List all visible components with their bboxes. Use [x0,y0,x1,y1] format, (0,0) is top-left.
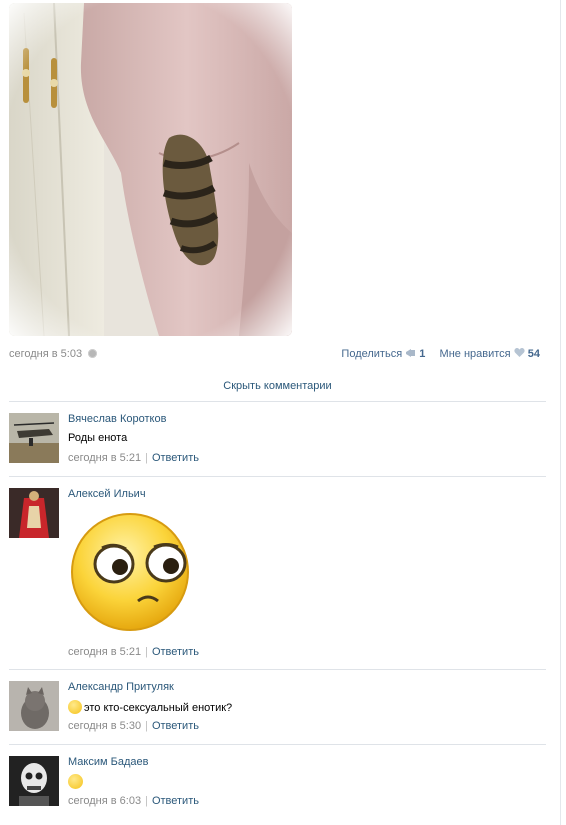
comment-author[interactable]: Вячеслав Коротков [68,413,166,425]
comment-text-row [68,774,85,789]
avatar[interactable] [9,488,59,538]
comment-author[interactable]: Александр Притуляк [68,681,174,693]
smiley-icon [68,774,83,789]
comment-author[interactable]: Алексей Ильич [68,488,146,500]
like-count: 54 [527,348,540,360]
hide-comments-link[interactable]: Скрыть комментарии [9,380,546,392]
comment-item: Максим Бадаев сегодня в 6:03 | Ответить [9,744,546,823]
comment-text: Роды енота [68,432,128,444]
comment-time[interactable]: сегодня в 6:03 [68,795,141,807]
smiley-icon [68,700,82,714]
reply-button[interactable]: Ответить [152,795,199,807]
reply-button[interactable]: Ответить [152,452,199,464]
comment-time[interactable]: сегодня в 5:21 [68,452,141,464]
post-timestamp[interactable]: сегодня в 5:03 [9,348,82,360]
confused-smiley-sticker [68,509,193,637]
megaphone-icon [406,349,416,357]
reply-button[interactable]: Ответить [152,720,199,732]
comment-text: это кто-сексуальный енотик? [84,702,233,714]
comment-meta: сегодня в 5:30 | Ответить [68,720,199,732]
comment-meta: сегодня в 6:03 | Ответить [68,795,199,807]
share-count: 1 [419,348,426,360]
reply-button[interactable]: Ответить [152,646,199,658]
comment-item: Вячеслав Коротков Роды енота сегодня в 5… [9,401,546,476]
post-photo[interactable] [9,3,292,336]
like-label[interactable]: Мне нравится [440,348,511,360]
post-actions: Поделиться 1 Мне нравится 54 [341,348,540,360]
avatar[interactable] [9,756,59,806]
comment-time[interactable]: сегодня в 5:21 [68,646,141,658]
share-button[interactable]: Поделиться 1 [341,348,428,360]
post-time-link[interactable]: сегодня в 5:03 [9,348,98,360]
gear-icon[interactable] [88,349,98,358]
comment-meta: сегодня в 5:21 | Ответить [68,646,199,658]
avatar[interactable] [9,681,59,731]
avatar[interactable] [9,413,59,463]
comment-time[interactable]: сегодня в 5:30 [68,720,141,732]
heart-icon [514,348,525,357]
like-button[interactable]: Мне нравится 54 [440,348,540,360]
comment-meta: сегодня в 5:21 | Ответить [68,452,199,464]
photo-image [9,3,292,336]
share-label[interactable]: Поделиться [341,348,402,360]
post-meta: сегодня в 5:03 Поделиться 1 Мне нравится… [9,348,540,362]
comment-item: Александр Притуляк это кто-сексуальный е… [9,669,546,744]
comment-text-row: это кто-сексуальный енотик? [68,700,232,714]
comment-author[interactable]: Максим Бадаев [68,756,148,768]
right-border [560,0,561,825]
comment-item: Алексей Ильич сегодня в 5:21 | Ответить [9,476,546,669]
